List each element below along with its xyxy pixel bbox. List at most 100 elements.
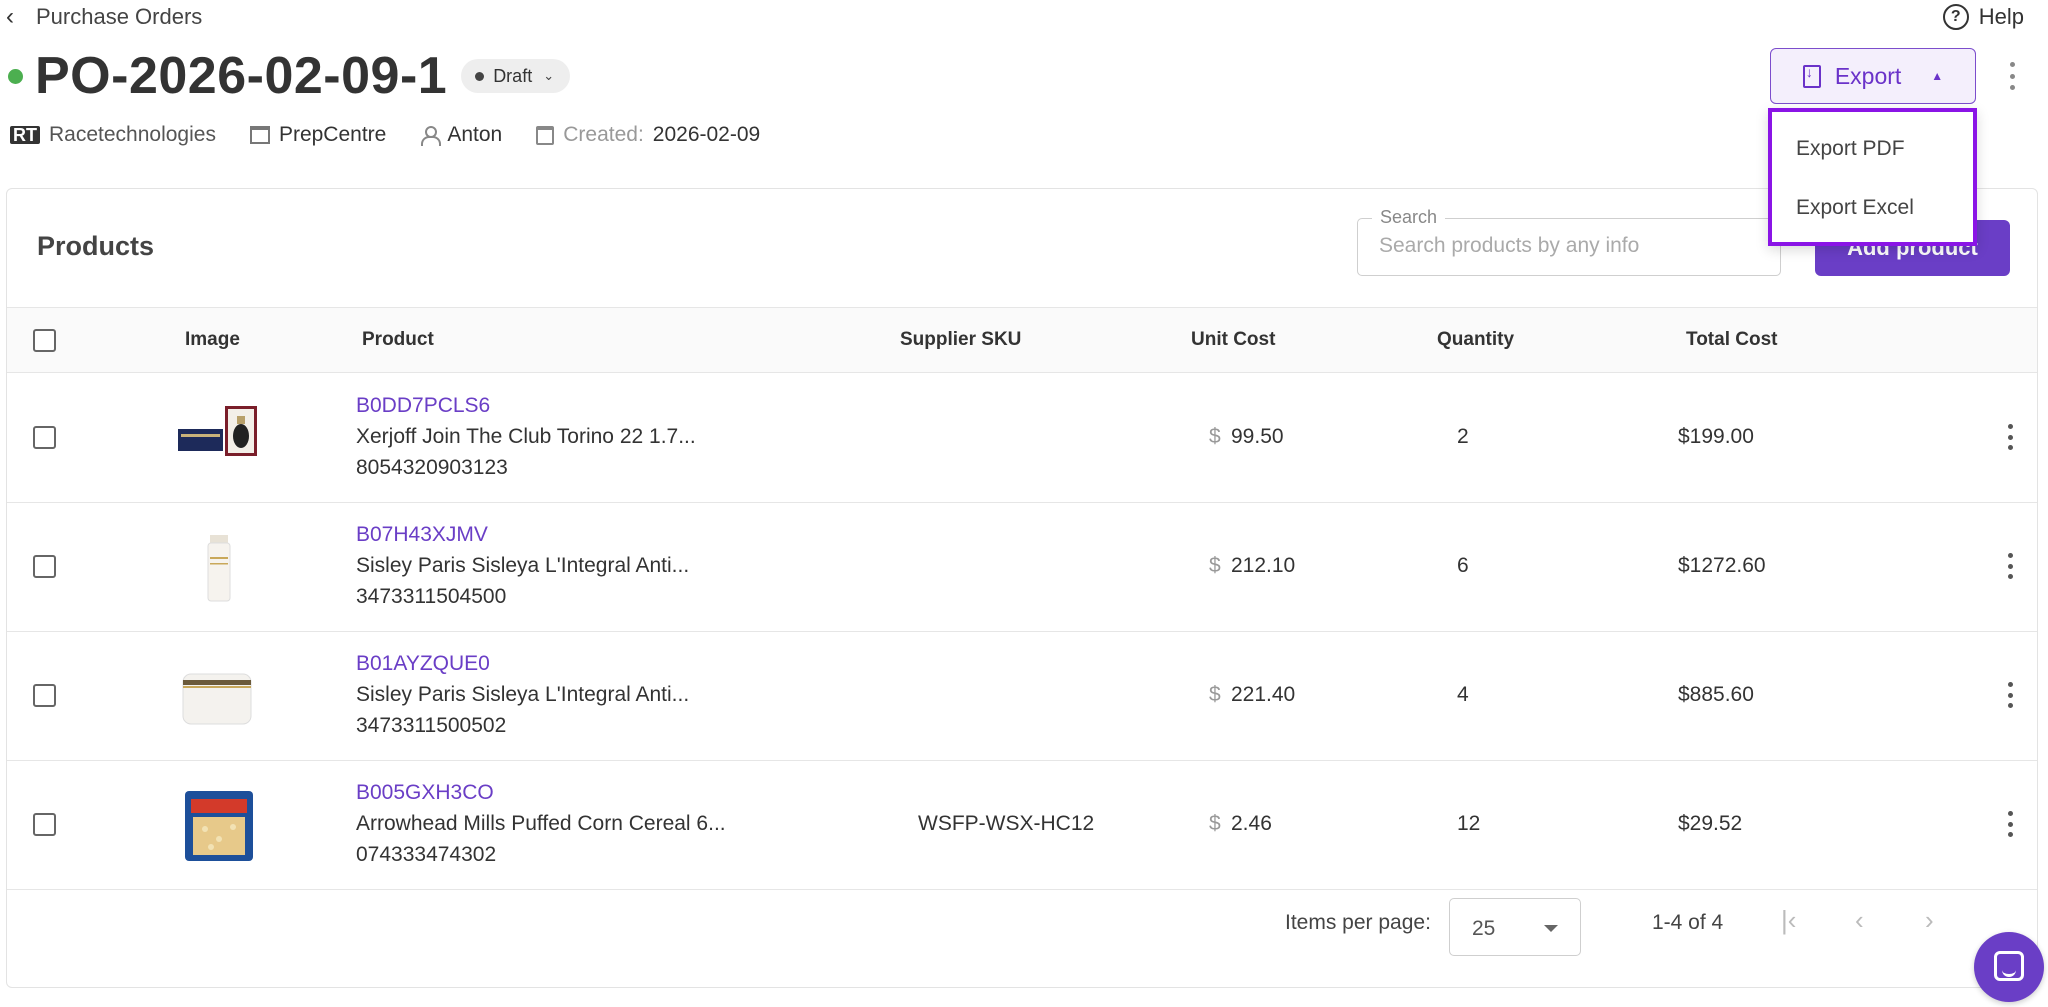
items-per-page-value: 25 bbox=[1472, 917, 1496, 940]
col-supplier-sku[interactable]: Supplier SKU bbox=[900, 329, 1021, 351]
warehouse-name: PrepCentre bbox=[278, 123, 387, 146]
page-range: 1-4 of 4 bbox=[1652, 911, 1724, 934]
search-legend: Search bbox=[1372, 207, 1446, 228]
product-asin-link[interactable]: B005GXH3CO bbox=[356, 781, 494, 805]
col-unit-cost[interactable]: Unit Cost bbox=[1191, 329, 1275, 351]
products-title: Products bbox=[37, 231, 155, 261]
supplier-name: Racetechnologies bbox=[49, 123, 216, 146]
table-row: B005GXH3CO Arrowhead Mills Puffed Corn C… bbox=[7, 761, 2037, 890]
warehouse-meta: PrepCentre bbox=[249, 123, 387, 147]
product-asin-link[interactable]: B01AYZQUE0 bbox=[356, 652, 490, 676]
row-more-icon[interactable] bbox=[2005, 682, 2015, 708]
product-name: Sisley Paris Sisleya L'Integral Anti... bbox=[356, 683, 690, 706]
unit-cost[interactable]: 99.50 bbox=[1231, 425, 1284, 449]
total-cost: $1272.60 bbox=[1678, 554, 1766, 577]
user-name: Anton bbox=[447, 123, 503, 146]
col-total-cost[interactable]: Total Cost bbox=[1686, 329, 1777, 351]
help-button[interactable]: ? Help bbox=[1942, 2, 2024, 32]
back-label: Purchase Orders bbox=[36, 4, 203, 29]
col-image: Image bbox=[185, 329, 240, 350]
quantity[interactable]: 6 bbox=[1457, 554, 1469, 578]
col-quantity[interactable]: Quantity bbox=[1437, 329, 1514, 351]
status-label: Draft bbox=[493, 65, 533, 86]
table-row: B01AYZQUE0 Sisley Paris Sisleya L'Integr… bbox=[7, 632, 2037, 761]
total-cost: $199.00 bbox=[1678, 425, 1754, 448]
product-thumbnail bbox=[178, 406, 257, 456]
quantity[interactable]: 2 bbox=[1457, 425, 1469, 449]
search-input[interactable] bbox=[1379, 234, 1759, 258]
row-checkbox[interactable] bbox=[33, 426, 56, 449]
total-cost: $885.60 bbox=[1678, 683, 1754, 706]
prev-page-icon[interactable]: ‹ bbox=[1855, 905, 1864, 936]
export-button[interactable]: Export ▲ bbox=[1770, 48, 1976, 104]
export-excel-option[interactable]: Export Excel bbox=[1796, 196, 1914, 220]
unit-cost[interactable]: 2.46 bbox=[1231, 812, 1272, 836]
currency-symbol: $ bbox=[1209, 425, 1221, 448]
export-label: Export bbox=[1834, 62, 1902, 89]
warehouse-icon bbox=[249, 126, 270, 144]
items-per-page-select[interactable]: 25 bbox=[1449, 898, 1581, 956]
calendar-icon bbox=[536, 125, 555, 145]
supplier-sku[interactable]: WSFP-WSX-HC12 bbox=[918, 812, 1094, 836]
col-product[interactable]: Product bbox=[362, 329, 434, 351]
row-checkbox[interactable] bbox=[33, 684, 56, 707]
help-label: Help bbox=[1978, 4, 2024, 29]
status-dropdown[interactable]: Draft ⌄ bbox=[461, 59, 571, 93]
currency-symbol: $ bbox=[1209, 683, 1221, 706]
pagination: Items per page: 25 1-4 of 4 |‹ ‹ › bbox=[7, 889, 2037, 959]
unit-cost[interactable]: 221.40 bbox=[1231, 683, 1295, 707]
back-to-purchase-orders-link[interactable]: ‹ Purchase Orders bbox=[6, 2, 202, 32]
product-barcode: 8054320903123 bbox=[356, 456, 508, 479]
select-all-checkbox[interactable] bbox=[33, 329, 56, 352]
products-card: Products Search Add product Image Produc… bbox=[6, 188, 2038, 988]
created-label: Created: bbox=[563, 123, 644, 146]
items-per-page-label: Items per page: bbox=[1285, 911, 1431, 934]
product-thumbnail bbox=[185, 791, 253, 861]
next-page-icon[interactable]: › bbox=[1925, 905, 1934, 936]
help-circle-icon: ? bbox=[1942, 4, 1969, 30]
caret-up-icon: ▲ bbox=[1931, 69, 1944, 83]
first-page-icon[interactable]: |‹ bbox=[1781, 905, 1796, 936]
row-more-icon[interactable] bbox=[2005, 553, 2015, 579]
search-field[interactable]: Search bbox=[1357, 207, 1781, 276]
export-pdf-option[interactable]: Export PDF bbox=[1796, 137, 1905, 161]
product-name: Sisley Paris Sisleya L'Integral Anti... bbox=[356, 554, 690, 577]
export-menu: Export PDF Export Excel bbox=[1768, 108, 1977, 246]
supplier-meta: RT Racetechnologies bbox=[10, 123, 216, 147]
product-name: Xerjoff Join The Club Torino 22 1.7... bbox=[356, 425, 696, 448]
product-thumbnail bbox=[207, 535, 231, 602]
product-barcode: 074333474302 bbox=[356, 843, 497, 866]
caret-down-icon bbox=[1544, 925, 1558, 932]
quantity[interactable]: 12 bbox=[1457, 812, 1480, 836]
more-options-icon[interactable] bbox=[2006, 62, 2018, 90]
supplier-logo-icon: RT bbox=[10, 126, 40, 144]
created-date: 2026-02-09 bbox=[652, 123, 761, 146]
user-meta: Anton bbox=[420, 123, 502, 147]
product-asin-link[interactable]: B0DD7PCLS6 bbox=[356, 394, 490, 418]
row-checkbox[interactable] bbox=[33, 813, 56, 836]
chat-launcher-button[interactable] bbox=[1974, 932, 2044, 1002]
currency-symbol: $ bbox=[1209, 812, 1221, 835]
product-barcode: 3473311504500 bbox=[356, 585, 507, 608]
unit-cost[interactable]: 212.10 bbox=[1231, 554, 1295, 578]
table-row: B07H43XJMV Sisley Paris Sisleya L'Integr… bbox=[7, 503, 2037, 632]
row-more-icon[interactable] bbox=[2005, 424, 2015, 450]
status-dot bbox=[8, 68, 23, 84]
row-checkbox[interactable] bbox=[33, 555, 56, 578]
status-chip-dot bbox=[475, 71, 485, 81]
table-row: B0DD7PCLS6 Xerjoff Join The Club Torino … bbox=[7, 374, 2037, 503]
po-meta-row: RT Racetechnologies PrepCentre Anton Cre… bbox=[10, 120, 794, 150]
product-name: Arrowhead Mills Puffed Corn Cereal 6... bbox=[356, 812, 726, 835]
quantity[interactable]: 4 bbox=[1457, 683, 1469, 707]
chat-icon bbox=[1994, 951, 2024, 981]
total-cost: $29.52 bbox=[1678, 812, 1743, 835]
po-title-row: PO-2026-02-09-1 Draft ⌄ bbox=[8, 46, 571, 106]
page-title: PO-2026-02-09-1 bbox=[35, 47, 448, 105]
currency-symbol: $ bbox=[1209, 554, 1221, 577]
row-more-icon[interactable] bbox=[2005, 811, 2015, 837]
created-meta: Created: 2026-02-09 bbox=[536, 123, 760, 147]
person-icon bbox=[420, 126, 442, 146]
product-asin-link[interactable]: B07H43XJMV bbox=[356, 523, 488, 547]
chevron-left-icon: ‹ bbox=[6, 3, 14, 30]
chevron-down-icon: ⌄ bbox=[543, 68, 555, 83]
